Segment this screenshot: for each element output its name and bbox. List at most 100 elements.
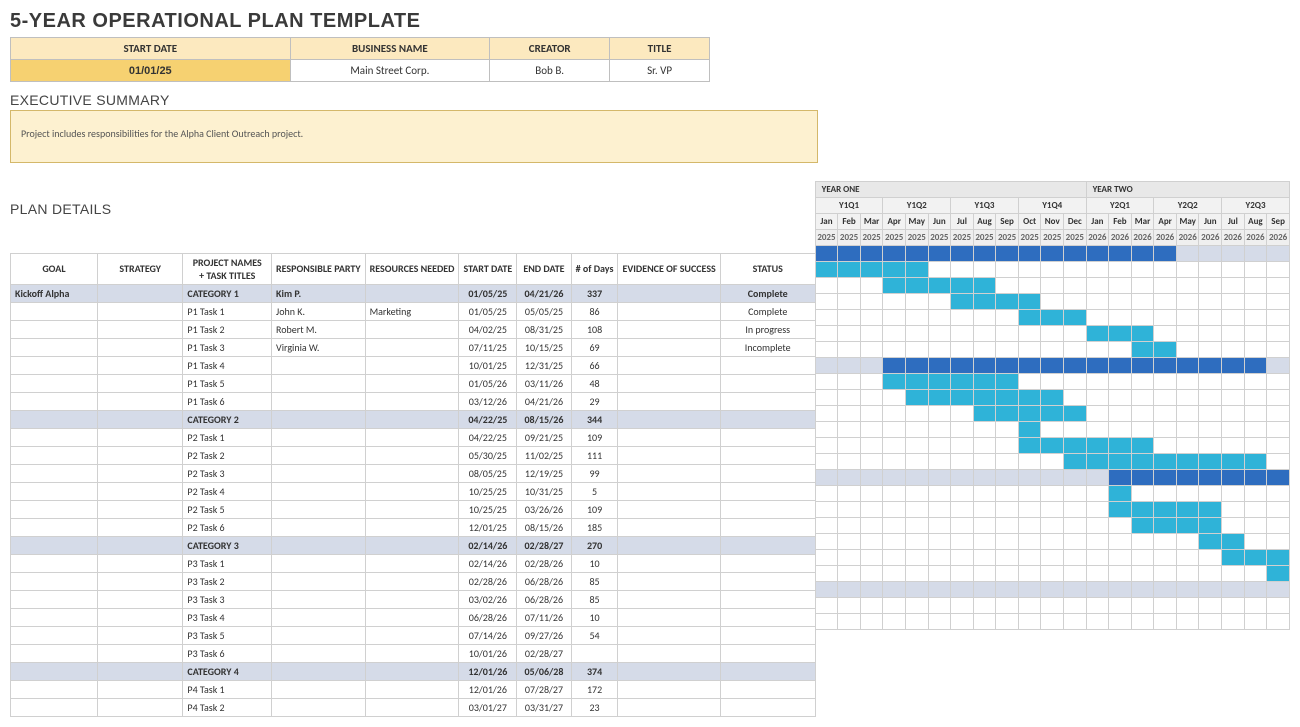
plan-cell[interactable]: Incomplete [720,338,815,356]
plan-cell[interactable]: 48 [571,374,618,392]
plan-cell[interactable] [720,482,815,500]
plan-cell[interactable]: 07/11/26 [517,608,571,626]
plan-cell[interactable] [11,320,98,338]
plan-cell[interactable] [272,662,366,680]
plan-cell[interactable] [618,410,720,428]
plan-cell[interactable]: 04/21/26 [517,392,571,410]
plan-cell[interactable] [272,626,366,644]
plan-cell[interactable] [272,554,366,572]
plan-cell[interactable]: P3 Task 5 [183,626,272,644]
plan-cell[interactable]: 12/19/25 [517,464,571,482]
plan-cell[interactable] [97,554,182,572]
plan-cell[interactable]: Complete [720,302,815,320]
plan-cell[interactable] [11,572,98,590]
plan-cell[interactable]: Kickoff Alpha [11,284,98,302]
plan-cell[interactable]: 10 [571,608,618,626]
plan-cell[interactable]: P3 Task 4 [183,608,272,626]
plan-cell[interactable]: 99 [571,464,618,482]
plan-cell[interactable]: 04/21/26 [517,284,571,302]
plan-cell[interactable] [618,608,720,626]
plan-cell[interactable]: P4 Task 1 [183,680,272,698]
plan-cell[interactable]: 01/05/25 [459,284,517,302]
plan-cell[interactable] [618,518,720,536]
plan-cell[interactable] [618,572,720,590]
plan-cell[interactable] [618,680,720,698]
plan-cell[interactable] [618,338,720,356]
plan-cell[interactable]: 69 [571,338,618,356]
meta-start-date[interactable]: 01/01/25 [11,60,291,82]
meta-business-name[interactable]: Main Street Corp. [290,60,490,82]
plan-cell[interactable] [11,446,98,464]
plan-cell[interactable]: 08/15/26 [517,518,571,536]
plan-cell[interactable]: 04/02/25 [459,320,517,338]
plan-cell[interactable]: 10/01/26 [459,644,517,662]
plan-cell[interactable]: 06/28/26 [459,608,517,626]
plan-cell[interactable] [618,662,720,680]
plan-cell[interactable]: P3 Task 6 [183,644,272,662]
plan-cell[interactable] [720,644,815,662]
plan-cell[interactable] [11,698,98,716]
plan-cell[interactable]: P1 Task 1 [183,302,272,320]
plan-cell[interactable]: 12/01/26 [459,662,517,680]
plan-cell[interactable]: 85 [571,590,618,608]
plan-cell[interactable] [272,500,366,518]
plan-cell[interactable]: 04/22/25 [459,428,517,446]
plan-cell[interactable] [365,446,459,464]
plan-cell[interactable]: In progress [720,320,815,338]
plan-cell[interactable] [272,680,366,698]
plan-cell[interactable]: 10/31/25 [517,482,571,500]
plan-cell[interactable]: 109 [571,428,618,446]
plan-cell[interactable] [365,500,459,518]
plan-cell[interactable]: P3 Task 3 [183,590,272,608]
plan-cell[interactable] [97,338,182,356]
plan-cell[interactable] [720,446,815,464]
plan-cell[interactable]: 172 [571,680,618,698]
plan-cell[interactable]: 02/14/26 [459,554,517,572]
plan-cell[interactable] [272,572,366,590]
plan-cell[interactable]: P2 Task 3 [183,464,272,482]
plan-cell[interactable] [97,680,182,698]
plan-cell[interactable] [11,428,98,446]
plan-cell[interactable] [97,410,182,428]
plan-cell[interactable] [11,536,98,554]
plan-cell[interactable] [365,428,459,446]
plan-cell[interactable] [272,410,366,428]
plan-cell[interactable]: P1 Task 4 [183,356,272,374]
plan-cell[interactable] [365,536,459,554]
plan-cell[interactable] [365,698,459,716]
plan-cell[interactable]: 09/21/25 [517,428,571,446]
plan-cell[interactable]: 02/28/26 [517,554,571,572]
plan-cell[interactable]: Kim P. [272,284,366,302]
plan-cell[interactable]: P1 Task 6 [183,392,272,410]
plan-cell[interactable]: 07/14/26 [459,626,517,644]
plan-cell[interactable] [720,698,815,716]
plan-cell[interactable] [97,608,182,626]
plan-cell[interactable] [97,590,182,608]
plan-cell[interactable] [618,644,720,662]
plan-cell[interactable] [97,356,182,374]
plan-cell[interactable]: 111 [571,446,618,464]
plan-cell[interactable]: 09/27/26 [517,626,571,644]
plan-cell[interactable]: Virginia W. [272,338,366,356]
plan-cell[interactable]: 02/14/26 [459,536,517,554]
plan-cell[interactable]: 185 [571,518,618,536]
plan-cell[interactable] [365,410,459,428]
plan-cell[interactable] [11,680,98,698]
plan-cell[interactable] [365,284,459,302]
plan-cell[interactable]: 109 [571,500,618,518]
plan-cell[interactable] [720,608,815,626]
plan-cell[interactable] [97,572,182,590]
plan-cell[interactable]: 02/28/27 [517,536,571,554]
plan-cell[interactable] [97,374,182,392]
plan-cell[interactable]: P2 Task 4 [183,482,272,500]
plan-cell[interactable]: 86 [571,302,618,320]
plan-cell[interactable] [272,518,366,536]
plan-cell[interactable] [11,644,98,662]
plan-cell[interactable]: P4 Task 2 [183,698,272,716]
plan-cell[interactable] [11,590,98,608]
plan-cell[interactable]: Marketing [365,302,459,320]
plan-cell[interactable] [97,320,182,338]
plan-cell[interactable]: John K. [272,302,366,320]
plan-cell[interactable] [365,626,459,644]
plan-cell[interactable]: 08/15/26 [517,410,571,428]
